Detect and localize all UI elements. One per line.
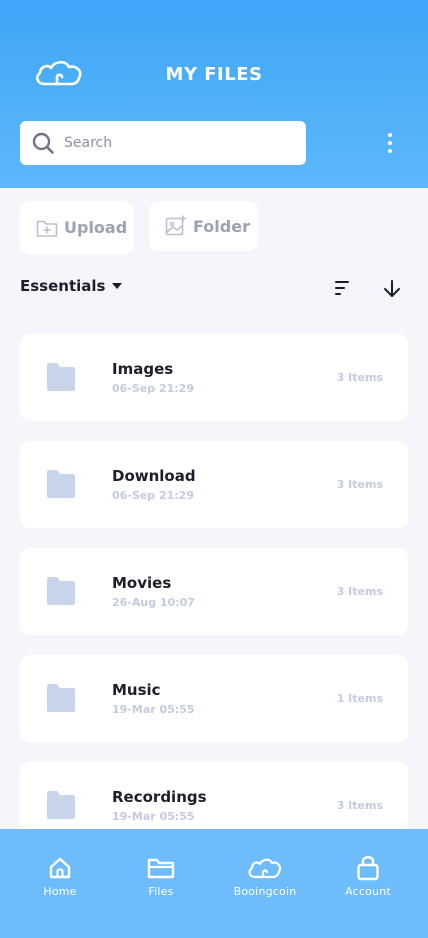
folder-card-movies[interactable]: Movies 26-Aug 10:07 3 Items — [20, 548, 408, 635]
app-header: MY FILES — [0, 0, 428, 188]
folder-item-count: 3 Items — [336, 478, 383, 491]
nav-item-files[interactable]: Files — [131, 829, 191, 938]
upload-label: Upload — [64, 218, 128, 237]
search-box[interactable] — [20, 121, 306, 165]
folder-date: 19-Mar 05:55 — [112, 703, 195, 716]
folder-name: Images — [112, 360, 174, 378]
folder-date: 19-Mar 05:55 — [112, 810, 195, 823]
home-icon — [49, 857, 71, 879]
section-title: Essentials — [20, 277, 106, 295]
caret-down-icon — [112, 283, 123, 289]
nav-item-home[interactable]: Home — [30, 829, 90, 938]
folder-item-count: 3 Items — [336, 371, 383, 384]
nav-label-booingcoin: Booingcoin — [233, 885, 297, 898]
folder-icon — [47, 363, 75, 391]
folder-icon — [47, 791, 75, 819]
folder-card-music[interactable]: Music 19-Mar 05:55 1 Items — [20, 655, 408, 742]
folder-name: Recordings — [112, 788, 207, 806]
sort-icon[interactable] — [334, 279, 350, 297]
folder-icon — [47, 684, 75, 712]
cloud-icon — [248, 858, 281, 879]
folder-card-download[interactable]: Download 06-Sep 21:29 3 Items — [20, 441, 408, 528]
more-options-icon[interactable] — [380, 130, 400, 156]
folder-icon — [47, 577, 75, 605]
folder-card-images[interactable]: Images 06-Sep 21:29 3 Items — [20, 334, 408, 421]
nav-item-account[interactable]: Account — [337, 829, 399, 938]
nav-label-files: Files — [148, 885, 174, 898]
folder-name: Music — [112, 681, 161, 699]
section-dropdown[interactable]: Essentials — [20, 277, 123, 295]
folder-icon — [147, 858, 175, 879]
lock-icon — [357, 856, 379, 881]
folder-item-count: 3 Items — [336, 585, 383, 598]
folder-date: 26-Aug 10:07 — [112, 596, 195, 609]
page-title: MY FILES — [165, 64, 263, 85]
folder-icon — [47, 470, 75, 498]
bottom-nav: Home Files Booingcoin Account — [0, 829, 428, 938]
image-add-icon — [165, 215, 186, 236]
folder-item-count: 3 Items — [336, 799, 383, 812]
nav-label-home: Home — [43, 885, 77, 898]
folder-date: 06-Sep 21:29 — [112, 489, 194, 502]
folder-name: Movies — [112, 574, 172, 592]
folder-label: Folder — [193, 216, 250, 236]
folder-plus-icon — [36, 220, 58, 237]
search-input[interactable] — [64, 131, 294, 155]
upload-button[interactable]: Upload — [20, 201, 134, 254]
arrow-down-icon[interactable] — [382, 279, 402, 299]
nav-label-account: Account — [345, 885, 391, 898]
new-folder-button[interactable]: Folder — [149, 201, 258, 251]
search-icon — [32, 132, 54, 154]
nav-item-booingcoin[interactable]: Booingcoin — [225, 829, 305, 938]
folder-date: 06-Sep 21:29 — [112, 382, 194, 395]
folder-name: Download — [112, 467, 196, 485]
folder-item-count: 1 Items — [336, 692, 383, 705]
